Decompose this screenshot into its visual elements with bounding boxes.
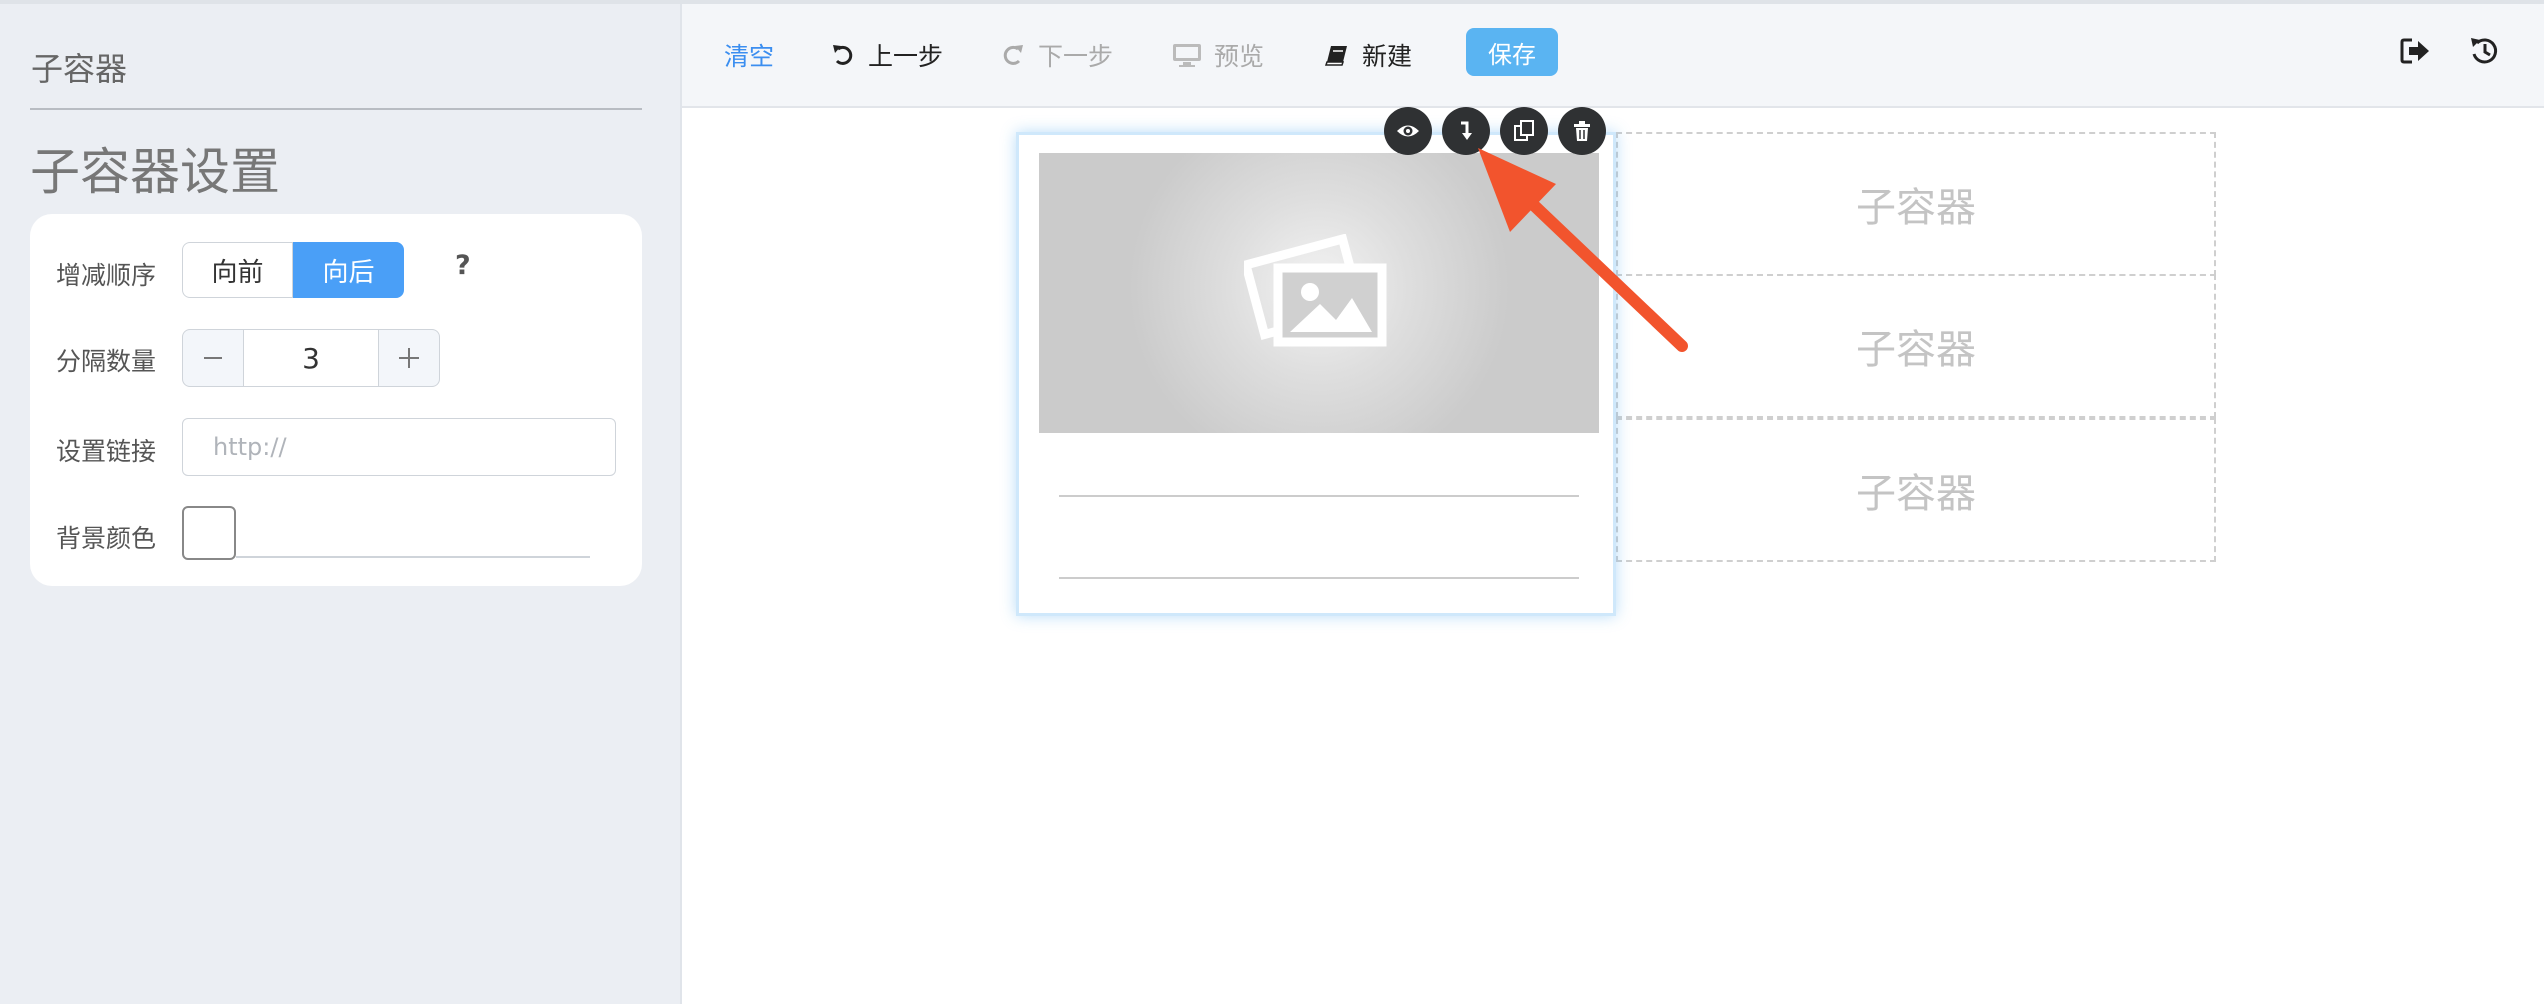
history-icon[interactable] [2468,34,2502,68]
settings-card: 增减顺序 向前 向后 ? 分隔数量 3 设置链接 背景颜色 [30,214,642,586]
sub-container-3[interactable]: 子容器 [1616,418,2216,562]
annotation-arrow [1478,148,1688,352]
increment-button[interactable] [378,329,440,387]
exit-icon[interactable] [2398,34,2432,68]
help-icon[interactable]: ? [455,250,471,281]
plus-icon [399,348,419,368]
divider-count-label: 分隔数量 [56,347,157,376]
order-forward-button[interactable]: 向前 [182,242,293,298]
undo-label: 上一步 [868,42,944,71]
text-line-2[interactable] [1059,577,1579,579]
clear-button[interactable]: 清空 [724,37,774,73]
redo-button[interactable]: 下一步 [1000,37,1113,73]
bg-color-label: 背景颜色 [56,524,157,553]
image-icon [1244,234,1387,347]
link-input[interactable] [182,418,616,476]
eye-icon [1397,125,1419,137]
bg-color-input-line[interactable] [236,556,590,558]
book-icon [1324,46,1347,66]
save-button[interactable]: 保存 [1466,28,1558,76]
view-button[interactable] [1384,107,1432,155]
preview-label: 预览 [1214,42,1265,71]
new-label: 新建 [1362,42,1413,71]
clear-label: 清空 [724,42,775,71]
minus-icon [204,357,222,359]
divider-count-stepper: 3 [182,329,440,387]
undo-button[interactable]: 上一步 [830,37,943,73]
decrement-button[interactable] [182,329,244,387]
new-button[interactable]: 新建 [1324,37,1412,73]
text-line-1[interactable] [1059,495,1579,497]
monitor-icon [1173,44,1201,67]
redo-icon [1003,45,1023,65]
order-label: 增减顺序 [56,261,157,290]
settings-sidebar: 子容器 子容器设置 增减顺序 向前 向后 ? 分隔数量 3 设置链接 背景颜色 [0,4,682,1004]
link-label: 设置链接 [56,437,157,466]
order-backward-button[interactable]: 向后 [293,242,404,298]
bg-color-swatch[interactable] [182,506,236,560]
editor-toolbar: 清空 上一步 下一步 预览 新建 保存 [682,4,2544,108]
redo-label: 下一步 [1038,42,1114,71]
sidebar-title: 子容器设置 [30,143,280,201]
preview-button[interactable]: 预览 [1172,37,1264,73]
order-segmented: 向前 向后 [182,242,404,298]
sidebar-header: 子容器 [31,50,128,88]
undo-icon [833,45,853,65]
sidebar-divider [30,108,642,110]
divider-count-value[interactable]: 3 [244,329,378,387]
